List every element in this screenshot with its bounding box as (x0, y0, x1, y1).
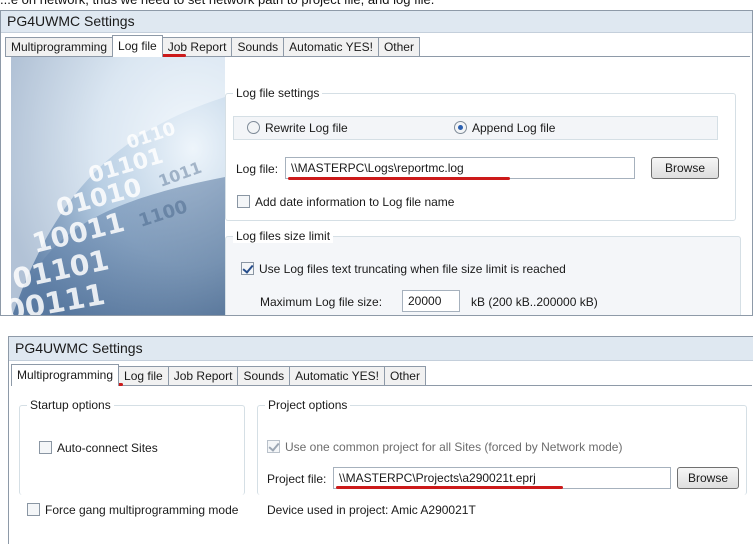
append-log-label: Append Log file (472, 121, 556, 135)
log-file-path-highlight (288, 177, 510, 180)
rewrite-log-label: Rewrite Log file (265, 121, 348, 135)
max-size-input[interactable]: 20000 (402, 290, 460, 312)
startup-options-legend: Startup options (27, 398, 114, 412)
tab-sounds[interactable]: Sounds (237, 366, 291, 385)
project-browse-button[interactable]: Browse (677, 467, 739, 489)
tab-bar: Multiprogramming Log file Job Report Sou… (5, 33, 750, 57)
binary-digits-image: 0110 01101 01010 10011 01101 00111 1011 … (11, 57, 225, 315)
log-file-path-input[interactable]: \\MASTERPC\Logs\reportmc.log (285, 157, 635, 179)
window-title: PG4UWMC Settings (1, 11, 752, 33)
log-browse-button[interactable]: Browse (651, 157, 719, 179)
tab-automatic-yes[interactable]: Automatic YES! (289, 366, 385, 385)
max-size-label: Maximum Log file size: (260, 295, 383, 309)
truncate-checkbox[interactable]: Use Log files text truncating when file … (241, 262, 566, 276)
log-file-settings-legend: Log file settings (233, 86, 323, 100)
settings-window-multiprogramming: PG4UWMC Settings Multiprogramming Log fi… (8, 336, 753, 544)
log-size-limit-legend: Log files size limit (233, 229, 334, 243)
window-title: PG4UWMC Settings (9, 337, 753, 361)
tab-other[interactable]: Other (383, 366, 426, 385)
tab-job-report[interactable]: Job Report (167, 366, 239, 385)
project-file-label: Project file: (267, 472, 327, 486)
append-log-radio[interactable]: Append Log file (454, 121, 555, 135)
tab-sounds[interactable]: Sounds (231, 37, 285, 56)
common-project-checkbox[interactable]: Use one common project for all Sites (fo… (267, 440, 622, 454)
add-date-checkbox[interactable]: Add date information to Log file name (237, 195, 454, 209)
project-options-legend: Project options (265, 398, 351, 412)
auto-connect-checkbox[interactable]: Auto-connect Sites (39, 441, 158, 455)
device-info-label: Device used in project: Amic A290021T (267, 503, 476, 517)
truncate-check-icon (241, 262, 254, 275)
force-gang-label: Force gang multiprogramming mode (45, 503, 239, 517)
caption-text: ...e on network, thus we need to set net… (0, 0, 753, 8)
tab-log-file[interactable]: Log file (118, 366, 169, 385)
add-date-check-icon (237, 195, 250, 208)
truncate-label: Use Log files text truncating when file … (259, 262, 566, 276)
rewrite-log-radio[interactable]: Rewrite Log file (247, 121, 348, 135)
tab-other[interactable]: Other (377, 37, 420, 56)
tab-log-file[interactable]: Log file (112, 35, 163, 57)
force-gang-check-icon (27, 503, 40, 516)
rewrite-radio-icon (247, 121, 260, 134)
project-file-path-highlight (336, 486, 563, 489)
tab-multiprogramming[interactable]: Multiprogramming (11, 364, 120, 386)
settings-window-log: PG4UWMC Settings Multiprogramming Log fi… (0, 10, 753, 316)
tab-multiprogramming[interactable]: Multiprogramming (5, 37, 114, 56)
add-date-label: Add date information to Log file name (255, 195, 455, 209)
auto-connect-label: Auto-connect Sites (57, 441, 158, 455)
force-gang-checkbox[interactable]: Force gang multiprogramming mode (27, 503, 238, 517)
auto-connect-check-icon (39, 441, 52, 454)
common-project-check-icon (267, 440, 280, 453)
common-project-label: Use one common project for all Sites (fo… (285, 440, 623, 454)
tab-automatic-yes[interactable]: Automatic YES! (283, 37, 379, 56)
log-file-label: Log file: (236, 162, 279, 176)
append-radio-icon (454, 121, 467, 134)
max-size-unit: kB (200 kB..200000 kB) (471, 295, 598, 309)
